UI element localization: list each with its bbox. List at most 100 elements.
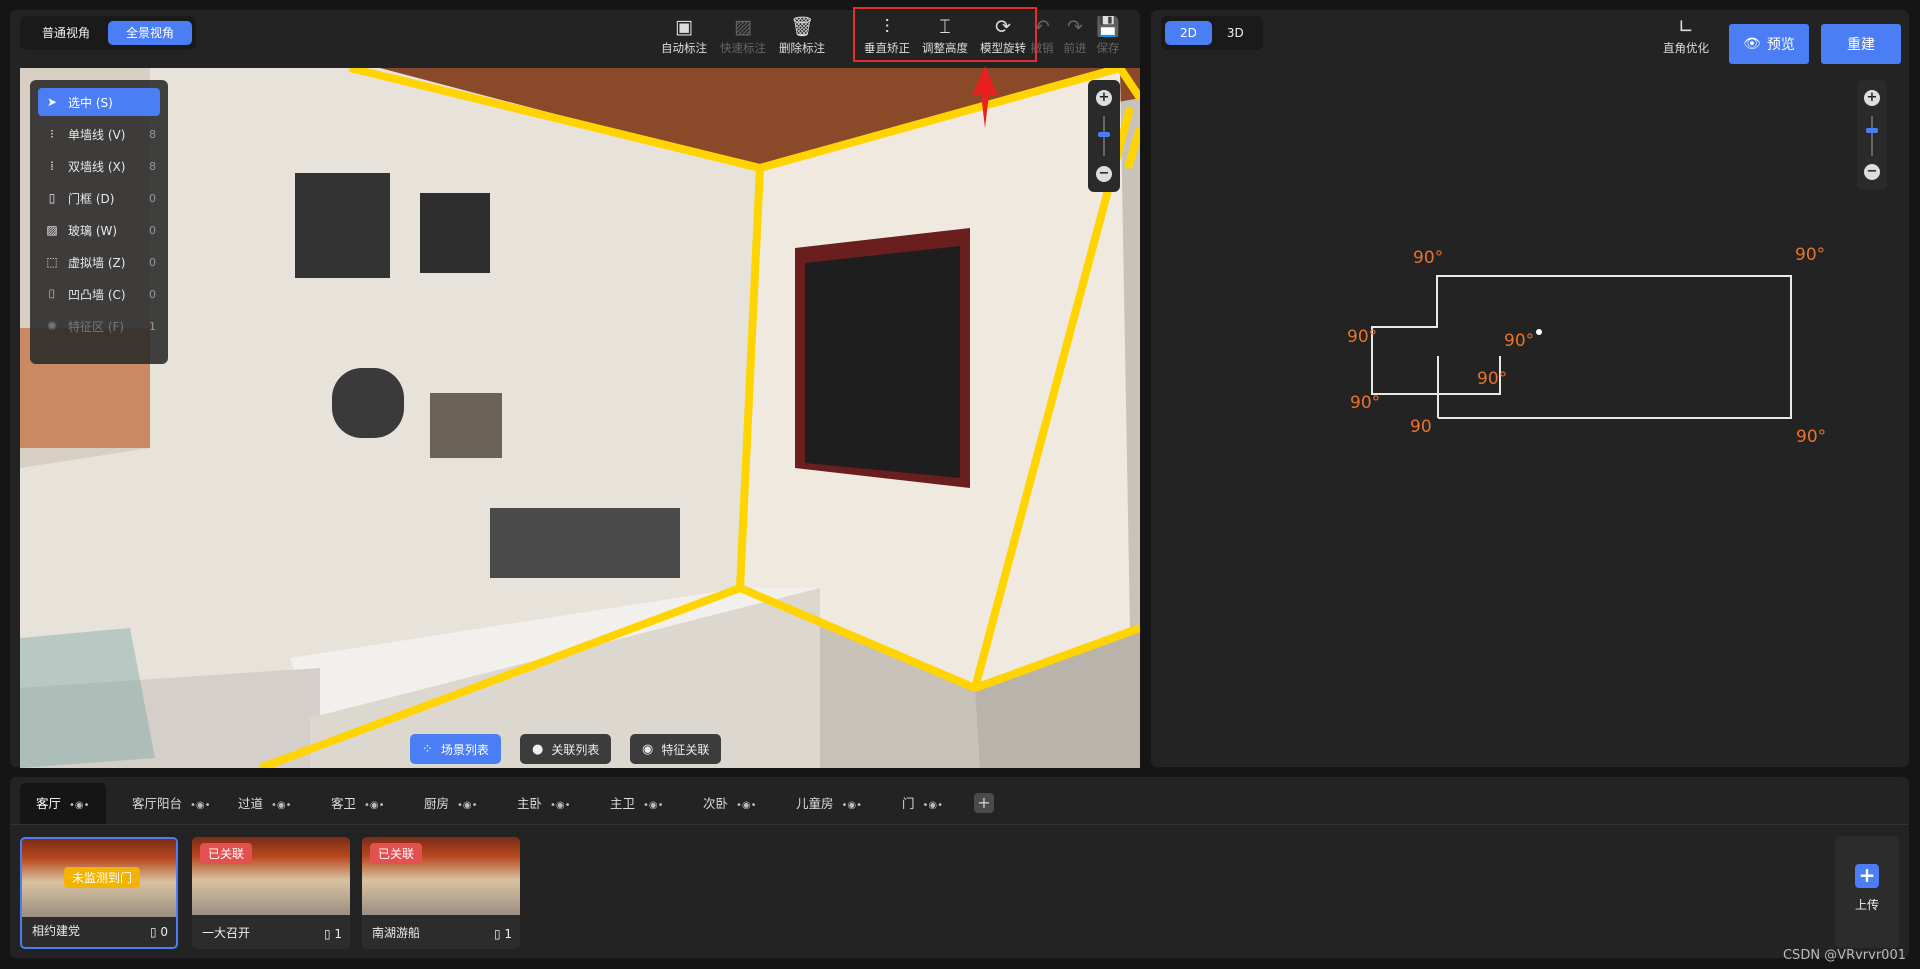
- tool-glass[interactable]: ▨ 玻璃 (W) 0: [38, 216, 160, 244]
- zoom-out-icon[interactable]: −: [1864, 164, 1880, 180]
- auto-annotate-button[interactable]: ▣ 自动标注: [656, 14, 712, 56]
- rebuild-button[interactable]: 重建: [1821, 24, 1901, 64]
- tool-double-wall[interactable]: ⁞ 双墙线 (X) 8: [38, 152, 160, 180]
- tab-kids-room[interactable]: 儿童房 •◉•: [780, 783, 878, 824]
- tab-hallway[interactable]: 过道 •◉•: [222, 783, 308, 824]
- scene-card[interactable]: 未监测到门 相约建党 ▯ 0: [20, 837, 178, 949]
- room-outline: [1371, 275, 1792, 419]
- eye-icon: •◉•: [643, 800, 664, 811]
- trash-icon: 🗑: [789, 16, 815, 38]
- right-angle-optimize-button[interactable]: ∟ 直角优化: [1651, 14, 1721, 56]
- scene-card[interactable]: 已关联 南湖游船 ▯ 1: [362, 837, 520, 949]
- panorama-view-button[interactable]: 全景视角: [108, 21, 193, 45]
- highlight-box: [853, 7, 1037, 62]
- tab-kitchen[interactable]: 厨房 •◉•: [408, 783, 494, 824]
- save-icon: 💾: [1096, 16, 1120, 38]
- auto-annotate-icon: ▣: [675, 16, 693, 38]
- scene-name: 相约建党: [32, 924, 81, 938]
- save-button[interactable]: 💾 保存: [1088, 14, 1128, 56]
- quick-annotate-icon: ▨: [734, 16, 752, 38]
- scene-name: 南湖游船: [372, 926, 421, 940]
- tab-living-balcony[interactable]: 客厅阳台 •◉•: [116, 783, 227, 824]
- tab-second-bedroom[interactable]: 次卧 •◉•: [687, 783, 773, 824]
- scene-count: ▯ 1: [323, 927, 342, 941]
- single-wall-icon: ⁝: [50, 127, 54, 141]
- camera-position-marker: [1536, 329, 1542, 335]
- mode-2d-button[interactable]: 2D: [1165, 21, 1212, 45]
- preview-button[interactable]: 👁 预览: [1729, 24, 1809, 64]
- eye-icon: •◉•: [736, 800, 757, 811]
- eye-icon: 👁: [1743, 36, 1761, 52]
- zoom-in-icon[interactable]: +: [1864, 90, 1880, 106]
- floorplan-zoom-control: + −: [1857, 80, 1887, 190]
- delete-annotation-button[interactable]: 🗑 删除标注: [774, 14, 830, 56]
- angle-label: 90°: [1795, 245, 1825, 265]
- angle-label: 90: [1410, 417, 1432, 437]
- viewport-zoom-control: + −: [1088, 80, 1120, 192]
- eye-icon: •◉•: [364, 800, 385, 811]
- floorplan-canvas[interactable]: 90° 90° 90° 90° 90° 90° 90 90°: [1151, 68, 1909, 767]
- grid-icon: ⁘: [422, 741, 433, 757]
- scene-list-button[interactable]: ⁘ 场景列表: [410, 734, 501, 764]
- tool-feature-area[interactable]: ✺ 特征区 (F) 1: [38, 312, 160, 340]
- scene-count: ▯ 0: [149, 925, 168, 939]
- right-angle-icon: ∟: [1678, 16, 1694, 38]
- bump-wall-icon: ⌷: [48, 286, 56, 301]
- angle-label: 90°: [1796, 427, 1826, 447]
- tab-door[interactable]: 门 •◉•: [886, 783, 959, 824]
- panorama-viewport[interactable]: [20, 68, 1140, 768]
- scene-bar: 客厅 •◉• 客厅阳台 •◉• 过道 •◉• 客卫 •◉• 厨房 •◉• 主卧 •◉• 主卫…: [10, 777, 1909, 958]
- upload-button[interactable]: + 上传: [1835, 836, 1899, 948]
- relation-list-button[interactable]: ● 关联列表: [520, 734, 612, 764]
- view-mode-toggle: 普通视角 全景视角: [20, 16, 197, 50]
- panorama-scene: [20, 68, 1140, 768]
- tab-master-bedroom[interactable]: 主卧 •◉•: [501, 783, 587, 824]
- virtual-wall-icon: ⬚: [46, 255, 58, 269]
- zoom-out-icon[interactable]: −: [1096, 166, 1112, 182]
- tool-single-wall[interactable]: ⁝ 单墙线 (V) 8: [38, 120, 160, 148]
- zoom-slider-handle[interactable]: [1866, 128, 1878, 133]
- red-arrow-annotation: [972, 66, 998, 128]
- tool-bump-wall[interactable]: ⌷ 凹凸墙 (C) 0: [38, 280, 160, 308]
- status-badge: 已关联: [370, 843, 423, 864]
- eye-icon: •◉•: [69, 800, 90, 811]
- tab-guest-bath[interactable]: 客卫 •◉•: [315, 783, 401, 824]
- eye-icon: •◉•: [550, 800, 571, 811]
- eye-icon: •◉•: [922, 800, 944, 811]
- scene-card[interactable]: 已关联 一大召开 ▯ 1: [192, 837, 350, 949]
- cursor-icon: ➤: [46, 95, 58, 109]
- angle-label: 90°: [1350, 393, 1380, 413]
- scene-count: ▯ 1: [493, 927, 512, 941]
- tab-master-bath[interactable]: 主卫 •◉•: [594, 783, 680, 824]
- eye-icon: •◉•: [271, 800, 292, 811]
- door-icon: ▯: [323, 927, 335, 941]
- tool-door-frame[interactable]: ▯ 门框 (D) 0: [38, 184, 160, 212]
- feature-area-icon: ✺: [46, 319, 58, 333]
- angle-label: 90°: [1347, 327, 1377, 347]
- floorplan-panel: 2D 3D ∟ 直角优化 👁 预览 重建 90° 90° 90° 90° 90°…: [1151, 10, 1909, 767]
- tab-living-room[interactable]: 客厅 •◉•: [20, 783, 106, 824]
- door-icon: ▯: [48, 191, 56, 205]
- scene-name: 一大召开: [202, 926, 251, 940]
- dimension-toggle: 2D 3D: [1161, 16, 1263, 50]
- zoom-track[interactable]: [1871, 116, 1873, 156]
- status-badge: 已关联: [200, 843, 253, 864]
- normal-view-button[interactable]: 普通视角: [24, 21, 108, 45]
- tool-select[interactable]: ➤ 选中 (S): [38, 88, 160, 116]
- feature-relation-button[interactable]: ◉ 特征关联: [630, 734, 722, 764]
- double-wall-icon: ⁞: [50, 159, 54, 173]
- angle-label: 90°: [1477, 369, 1507, 389]
- circle-icon: ●: [532, 741, 544, 757]
- mode-3d-button[interactable]: 3D: [1212, 21, 1259, 45]
- zoom-slider-handle[interactable]: [1098, 132, 1110, 137]
- add-room-icon[interactable]: +: [974, 793, 994, 813]
- eye-icon: •◉•: [457, 800, 478, 811]
- watermark: CSDN @VRvrvr001: [1782, 948, 1906, 963]
- zoom-in-icon[interactable]: +: [1096, 90, 1112, 106]
- door-icon: ▯: [493, 927, 505, 941]
- room-tabs: 客厅 •◉• 客厅阳台 •◉• 过道 •◉• 客卫 •◉• 厨房 •◉• 主卧 •◉• 主卫…: [10, 777, 1909, 825]
- status-badge: 未监测到门: [64, 867, 141, 888]
- angle-label: 90°: [1413, 248, 1443, 268]
- tool-virtual-wall[interactable]: ⬚ 虚拟墙 (Z) 0: [38, 248, 160, 276]
- quick-annotate-button[interactable]: ▨ 快速标注: [715, 14, 771, 56]
